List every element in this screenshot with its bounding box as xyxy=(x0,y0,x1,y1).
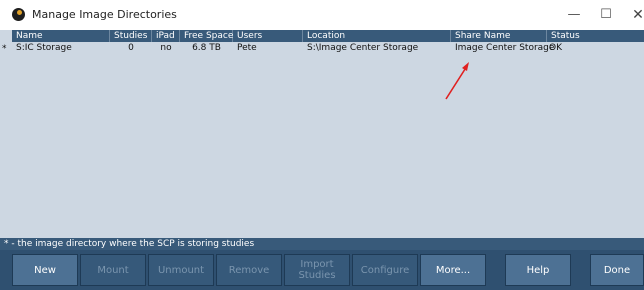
column-header-share-name[interactable]: Share Name xyxy=(451,30,547,42)
column-header-users[interactable]: Users xyxy=(233,30,303,42)
column-header-free-space[interactable]: Free Space xyxy=(180,30,233,42)
cell-share-name: Image Center Storage xyxy=(455,43,555,53)
close-button[interactable]: ✕ xyxy=(624,5,644,25)
directory-list[interactable]: S:IC Storage 0 no 6.8 TB Pete S:\Image C… xyxy=(12,42,644,238)
more-button[interactable]: More... xyxy=(420,254,486,286)
row-marker-strip xyxy=(0,30,12,238)
help-button[interactable]: Help xyxy=(505,254,571,286)
column-header-name[interactable]: Name xyxy=(12,30,110,42)
mount-button[interactable]: Mount xyxy=(80,254,146,286)
row-marker: * xyxy=(2,44,7,54)
column-header-status[interactable]: Status xyxy=(547,30,644,42)
footer-note: * - the image directory where the SCP is… xyxy=(0,238,644,250)
window-title: Manage Image Directories xyxy=(32,8,177,21)
table-row[interactable]: S:IC Storage 0 no 6.8 TB Pete S:\Image C… xyxy=(12,42,644,54)
cell-studies: 0 xyxy=(128,43,134,53)
maximize-button[interactable]: ☐ xyxy=(592,5,620,25)
cell-location: S:\Image Center Storage xyxy=(307,43,419,53)
unmount-button[interactable]: Unmount xyxy=(148,254,214,286)
remove-button[interactable]: Remove xyxy=(216,254,282,286)
button-bar: New Mount Unmount Remove Import Studies … xyxy=(0,250,644,290)
table-header: Name Studies iPad Free Space Users Locat… xyxy=(12,30,644,42)
import-studies-button[interactable]: Import Studies xyxy=(284,254,350,286)
done-button[interactable]: Done xyxy=(590,254,644,286)
cell-ipad: no xyxy=(160,43,172,53)
column-header-location[interactable]: Location xyxy=(303,30,451,42)
cell-name: S:IC Storage xyxy=(16,43,72,53)
cell-users: Pete xyxy=(237,43,257,53)
configure-button[interactable]: Configure xyxy=(352,254,418,286)
minimize-button[interactable]: — xyxy=(560,5,588,25)
column-header-ipad[interactable]: iPad xyxy=(152,30,180,42)
cell-status: OK xyxy=(549,43,562,53)
cell-free-space: 6.8 TB xyxy=(192,43,221,53)
title-bar: Manage Image Directories — ☐ ✕ xyxy=(0,0,644,30)
column-header-studies[interactable]: Studies xyxy=(110,30,152,42)
new-button[interactable]: New xyxy=(12,254,78,286)
app-icon xyxy=(12,8,25,21)
